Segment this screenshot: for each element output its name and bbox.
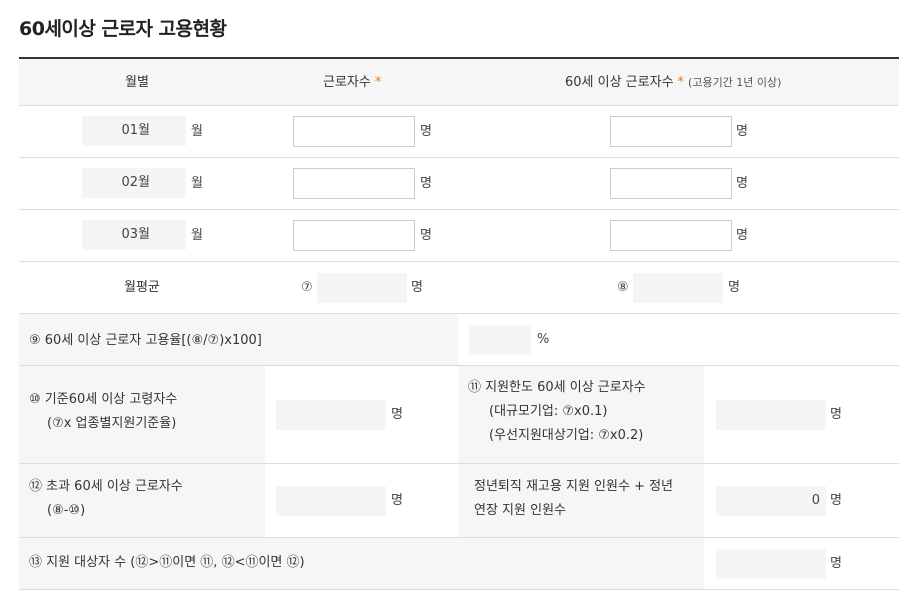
- circled-8-icon: ⑧: [617, 280, 629, 295]
- workers-column-header: 근로자수 *: [323, 59, 381, 106]
- senior-column-label: 60세 이상 근로자수: [565, 75, 674, 90]
- average-senior-value: [633, 273, 723, 303]
- rehire-label-line2: 연장 지원 인원수: [474, 503, 566, 518]
- required-star-icon: *: [374, 75, 382, 90]
- rehire-label-cell: 정년퇴직 재고용 지원 인원수 + 정년 연장 지원 인원수: [458, 464, 704, 537]
- required-star-icon: *: [677, 75, 685, 90]
- month-row-01: 01월 월 명 명: [19, 106, 899, 158]
- employment-rate-label: ⑨ 60세 이상 근로자 고용율[(⑧/⑦)x100]: [29, 333, 262, 348]
- excess-senior-label-cell: ⑫ 초과 60세 이상 근로자수 (⑧-⑩): [19, 464, 265, 537]
- standard-senior-label: ⑩ 기준60세 이상 고령자수: [29, 392, 178, 407]
- unit-label: 명: [391, 493, 403, 508]
- employment-rate-value: [469, 325, 531, 355]
- senior-column-header: 60세 이상 근로자수 * (고용기간 1년 이상): [565, 59, 781, 106]
- excess-senior-label: ⑫ 초과 60세 이상 근로자수: [29, 479, 183, 494]
- workers-input-01[interactable]: [293, 116, 415, 147]
- support-limit-priority-formula: (우선지원대상기업: ⑦x0.2): [489, 428, 644, 443]
- month-suffix: 월: [191, 124, 203, 139]
- support-target-row: ⑬ 지원 대상자 수 (⑫>⑪이면 ⑪, ⑫<⑪이면 ⑫) 명: [19, 538, 899, 590]
- circled-7-icon: ⑦: [301, 280, 313, 295]
- senior-input-02[interactable]: [610, 168, 732, 199]
- rehire-label-line1: 정년퇴직 재고용 지원 인원수 + 정년: [474, 479, 673, 494]
- average-label: 월평균: [124, 280, 160, 295]
- month-label: 03월: [82, 220, 186, 250]
- unit-label: 명: [736, 228, 748, 243]
- month-suffix: 월: [191, 228, 203, 243]
- table-header-row: 월별 근로자수 * 60세 이상 근로자수 * (고용기간 1년 이상): [19, 59, 899, 106]
- unit-label: 명: [411, 280, 423, 295]
- support-limit-label-cell: ⑪ 지원한도 60세 이상 근로자수 (대규모기업: ⑦x0.1) (우선지원대…: [458, 366, 704, 463]
- workers-input-02[interactable]: [293, 168, 415, 199]
- average-workers-value: [317, 273, 407, 303]
- standard-senior-label-cell: ⑩ 기준60세 이상 고령자수 (⑦x 업종별지원기준율): [19, 366, 265, 463]
- unit-label: 명: [420, 176, 432, 191]
- unit-label: 명: [736, 124, 748, 139]
- excess-senior-value: [276, 486, 386, 516]
- workers-column-label: 근로자수: [323, 75, 371, 90]
- support-target-value: [716, 549, 826, 579]
- month-label: 02월: [82, 168, 186, 198]
- employment-rate-row: ⑨ 60세 이상 근로자 고용율[(⑧/⑦)x100] %: [19, 314, 899, 366]
- senior-input-03[interactable]: [610, 220, 732, 251]
- senior-input-01[interactable]: [610, 116, 732, 147]
- standard-senior-row: ⑩ 기준60세 이상 고령자수 (⑦x 업종별지원기준율) 명 ⑪ 지원한도 6…: [19, 366, 899, 464]
- unit-label: 명: [391, 407, 403, 422]
- month-column-header: 월별: [125, 75, 149, 90]
- support-limit-large-formula: (대규모기업: ⑦x0.1): [489, 404, 608, 419]
- unit-label: 명: [830, 556, 842, 571]
- percent-unit: %: [537, 332, 550, 347]
- standard-senior-formula: (⑦x 업종별지원기준율): [47, 416, 177, 431]
- standard-senior-value: [276, 400, 386, 430]
- month-row-03: 03월 월 명 명: [19, 210, 899, 262]
- page-title: 60세이상 근로자 고용현황: [19, 18, 227, 40]
- excess-senior-formula: (⑧-⑩): [47, 503, 86, 518]
- support-target-label: ⑬ 지원 대상자 수 (⑫>⑪이면 ⑪, ⑫<⑪이면 ⑫): [29, 555, 305, 570]
- workers-input-03[interactable]: [293, 220, 415, 251]
- excess-senior-row: ⑫ 초과 60세 이상 근로자수 (⑧-⑩) 명 정년퇴직 재고용 지원 인원수…: [19, 464, 899, 538]
- unit-label: 명: [420, 124, 432, 139]
- unit-label: 명: [736, 176, 748, 191]
- unit-label: 명: [830, 493, 842, 508]
- support-limit-value: [716, 400, 826, 430]
- employment-rate-label-cell: ⑨ 60세 이상 근로자 고용율[(⑧/⑦)x100]: [19, 314, 458, 365]
- month-label: 01월: [82, 116, 186, 146]
- support-target-label-cell: ⑬ 지원 대상자 수 (⑫>⑪이면 ⑪, ⑫<⑪이면 ⑫): [19, 538, 704, 589]
- support-limit-label: ⑪ 지원한도 60세 이상 근로자수: [468, 380, 646, 395]
- unit-label: 명: [728, 280, 740, 295]
- unit-label: 명: [830, 407, 842, 422]
- month-suffix: 월: [191, 176, 203, 191]
- month-row-02: 02월 월 명 명: [19, 158, 899, 210]
- senior-column-note: (고용기간 1년 이상): [688, 76, 782, 89]
- unit-label: 명: [420, 228, 432, 243]
- rehire-value: 0: [716, 486, 826, 516]
- average-row: 월평균 ⑦ 명 ⑧ 명: [19, 262, 899, 314]
